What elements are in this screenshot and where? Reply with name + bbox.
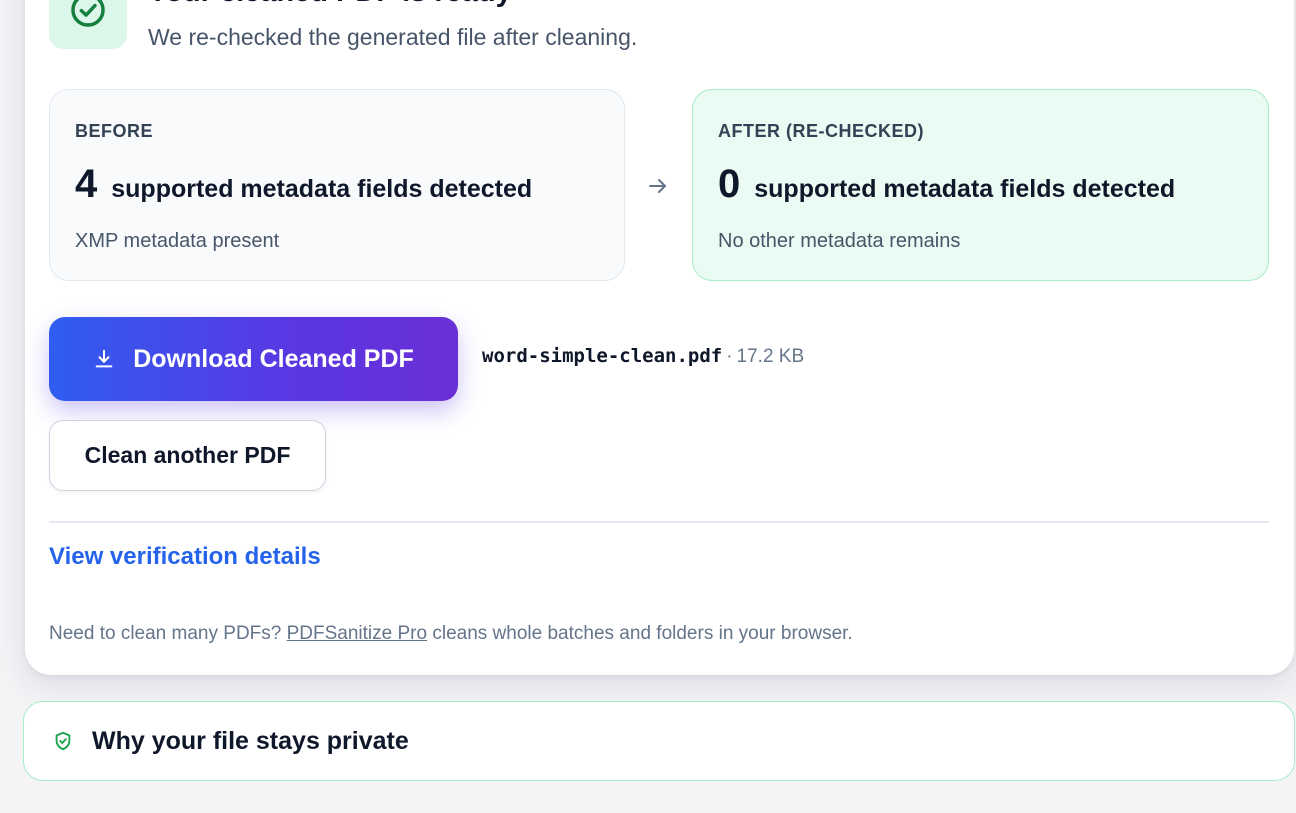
download-button-label: Download Cleaned PDF	[133, 344, 414, 373]
pdfsanitize-pro-link[interactable]: PDFSanitize Pro	[287, 623, 427, 644]
after-note: No other metadata remains	[718, 230, 961, 252]
check-circle-icon	[71, 0, 105, 27]
clean-another-pdf-button[interactable]: Clean another PDF	[49, 420, 326, 491]
download-cleaned-pdf-button[interactable]: Download Cleaned PDF	[49, 317, 458, 401]
promo-prefix: Need to clean many PDFs?	[49, 623, 282, 644]
privacy-section-toggle[interactable]: Why your file stays private	[23, 701, 1295, 781]
before-note: XMP metadata present	[75, 230, 280, 252]
before-label: BEFORE	[75, 121, 154, 141]
pro-promo: Need to clean many PDFs? PDFSanitize Pro…	[49, 623, 853, 645]
after-label: AFTER (RE-CHECKED)	[718, 121, 924, 141]
before-count: 4	[75, 162, 98, 206]
view-verification-details-link[interactable]: View verification details	[49, 543, 321, 571]
after-count: 0	[718, 162, 741, 206]
before-count-text: supported metadata fields detected	[111, 175, 533, 203]
page-title: Your cleaned PDF is ready	[148, 0, 512, 9]
arrow-right-icon	[649, 179, 666, 193]
privacy-title: Why your file stays private	[92, 726, 409, 755]
page-subtitle: We re-checked the generated file after c…	[148, 24, 638, 50]
download-icon	[95, 349, 113, 368]
before-summary: BEFORE 4 supported metadata fields detec…	[49, 89, 625, 281]
file-info: word-simple-clean.pdf · 17.2 KB	[482, 345, 804, 368]
shield-check-icon	[55, 731, 71, 751]
after-count-line: 0 supported metadata fields detected	[718, 162, 1175, 207]
clean-another-label: Clean another PDF	[84, 442, 291, 468]
file-separator: ·	[726, 346, 733, 367]
before-count-line: 4 supported metadata fields detected	[75, 162, 532, 207]
promo-suffix: cleans whole batches and folders in your…	[432, 623, 853, 644]
after-summary: AFTER (RE-CHECKED) 0 supported metadata …	[692, 89, 1269, 281]
file-size: 17.2 KB	[736, 346, 805, 367]
after-count-text: supported metadata fields detected	[754, 175, 1176, 203]
file-name: word-simple-clean.pdf	[482, 345, 723, 367]
success-badge	[49, 0, 127, 49]
divider	[49, 521, 1269, 523]
